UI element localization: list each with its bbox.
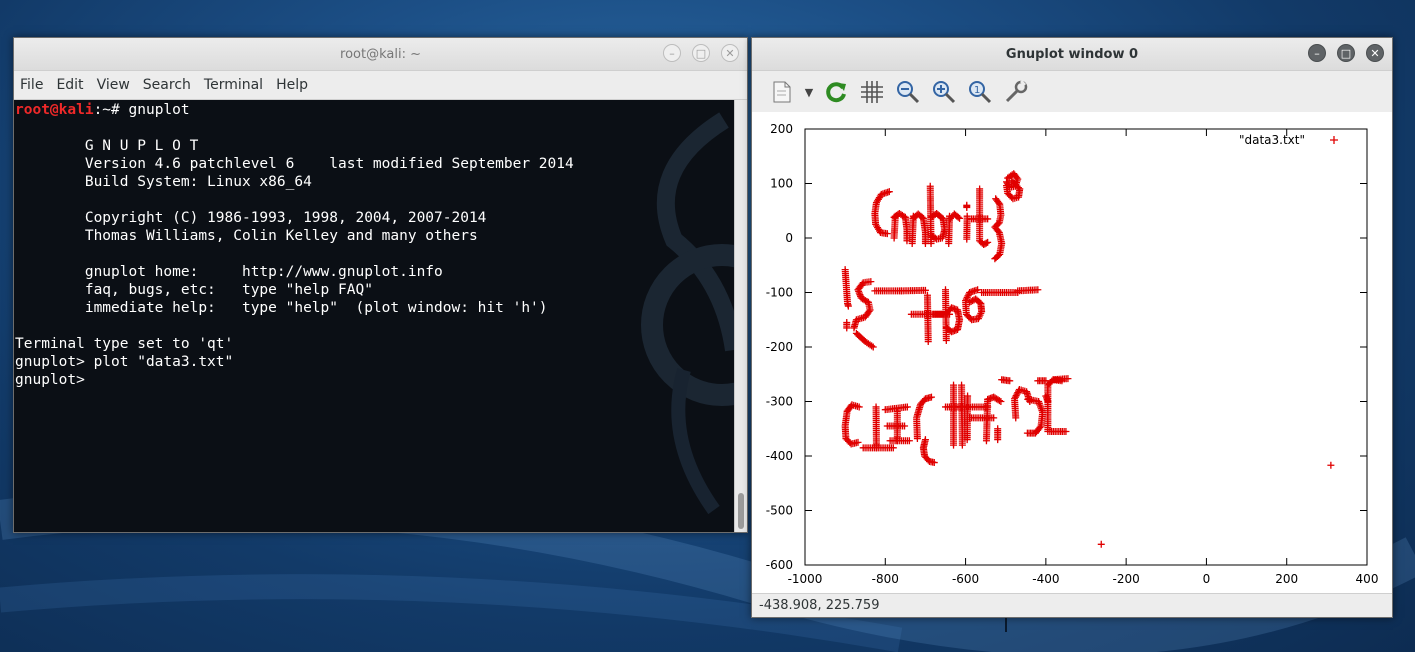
y-tick-label: 0 [785, 231, 793, 245]
y-tick-label: -200 [766, 340, 793, 354]
data-point [1062, 427, 1070, 435]
data-point [1097, 540, 1105, 548]
x-tick-label: 200 [1275, 572, 1298, 586]
replot-button[interactable] [818, 76, 854, 108]
scrollbar-thumb[interactable] [738, 493, 744, 529]
grid-icon [861, 81, 883, 103]
menu-view[interactable]: View [97, 77, 130, 93]
terminal-line: Copyright (C) 1986-1993, 1998, 2004, 200… [15, 210, 487, 226]
terminal-text: root@kali:~# gnuplot G N U P L O T Versi… [14, 100, 734, 389]
data-point [854, 438, 862, 446]
data-point [1327, 461, 1335, 469]
export-icon [773, 81, 791, 103]
terminal-output[interactable]: root@kali:~# gnuplot G N U P L O T Versi… [14, 100, 734, 532]
zoom-in-button[interactable] [926, 76, 962, 108]
typed-command: gnuplot [128, 102, 190, 118]
terminal-scrollbar[interactable] [734, 100, 747, 532]
gnuplot-toolbar: ▼ 1 [752, 71, 1392, 114]
prompt-user: root@kali [15, 102, 94, 118]
minimize-icon: – [669, 46, 675, 60]
zoom-in-icon [933, 81, 956, 104]
legend-marker [1330, 136, 1338, 144]
zoom-out-icon [897, 81, 920, 104]
scatter-plot[interactable]: -1000 -800 -600 -400 -200 0 200 400 200 100 0 -100 -… [752, 112, 1392, 593]
terminal-line: Thomas Williams, Colin Kelley and many o… [15, 228, 478, 244]
y-tick-label: -400 [766, 449, 793, 463]
close-icon: ✕ [725, 46, 735, 60]
close-icon: ✕ [1370, 46, 1380, 60]
x-tick-label: -200 [1113, 572, 1140, 586]
minimize-button[interactable]: – [1308, 44, 1326, 62]
gnuplot-window[interactable]: Gnuplot window 0 – □ ✕ ▼ 1 -1000 -800 -6… [751, 37, 1393, 618]
close-button[interactable]: ✕ [1366, 44, 1384, 62]
terminal-line: Build System: Linux x86_64 [15, 174, 312, 190]
y-tick-label: -300 [766, 395, 793, 409]
data-point [1023, 429, 1031, 437]
menu-file[interactable]: File [20, 77, 43, 93]
x-tick-label: 400 [1356, 572, 1379, 586]
data-point [984, 215, 992, 223]
terminal-window[interactable]: root@kali: ~ – □ ✕ File Edit View Search… [13, 37, 748, 533]
replot-icon [826, 82, 846, 103]
x-tick-label: -400 [1032, 572, 1059, 586]
terminal-line: gnuplot> plot "data3.txt" [15, 354, 234, 370]
maximize-button[interactable]: □ [1337, 44, 1355, 62]
plot-canvas[interactable]: -1000 -800 -600 -400 -200 0 200 400 200 100 0 -100 -… [752, 112, 1392, 593]
terminal-line: gnuplot home: http://www.gnuplot.info [15, 264, 443, 280]
terminal-line: immediate help: type "help" (plot window… [15, 300, 548, 316]
data-point [1064, 375, 1072, 383]
x-tick-label: 0 [1203, 572, 1211, 586]
terminal-line: Terminal type set to 'qt' [15, 336, 234, 352]
data-point [930, 459, 938, 467]
zoom-out-button[interactable] [890, 76, 926, 108]
terminal-line: gnuplot> [15, 372, 94, 388]
status-bar: -438.908, 225.759 [752, 593, 1392, 617]
gnuplot-titlebar[interactable]: Gnuplot window 0 – □ ✕ [752, 38, 1392, 71]
plot-axes: -1000 -800 -600 -400 -200 0 200 400 200 100 0 -100 -… [766, 122, 1379, 586]
y-tick-label: -600 [766, 558, 793, 572]
x-tick-label: -600 [952, 572, 979, 586]
menu-edit[interactable]: Edit [56, 77, 83, 93]
menu-help[interactable]: Help [276, 77, 308, 93]
y-tick-label: -500 [766, 504, 793, 518]
data-points [841, 170, 1335, 548]
x-tick-label: -800 [872, 572, 899, 586]
zoom-reset-button[interactable]: 1 [962, 76, 998, 108]
minimize-button[interactable]: – [663, 44, 681, 62]
legend: "data3.txt" [1239, 133, 1338, 147]
chevron-down-icon: ▼ [804, 85, 814, 99]
export-button[interactable] [764, 76, 800, 108]
terminal-line: Version 4.6 patchlevel 6 last modified S… [15, 156, 574, 172]
data-point [1006, 377, 1014, 385]
terminal-line: G N U P L O T [15, 138, 199, 154]
terminal-title: root@kali: ~ [340, 46, 421, 62]
svg-text:1: 1 [974, 85, 980, 96]
export-dropdown[interactable]: ▼ [800, 76, 818, 108]
maximize-button[interactable]: □ [692, 44, 710, 62]
y-tick-label: 200 [770, 122, 793, 136]
data-point [976, 311, 984, 319]
settings-button[interactable] [998, 76, 1034, 108]
zoom-reset-icon: 1 [969, 81, 992, 104]
legend-label: "data3.txt" [1239, 133, 1305, 147]
gnuplot-title: Gnuplot window 0 [1005, 46, 1139, 62]
maximize-icon: □ [695, 46, 707, 60]
y-tick-label: -100 [766, 286, 793, 300]
maximize-icon: □ [1340, 46, 1352, 60]
x-tick-label: -1000 [788, 572, 823, 586]
grid-button[interactable] [854, 76, 890, 108]
terminal-titlebar[interactable]: root@kali: ~ – □ ✕ [14, 38, 747, 71]
close-button[interactable]: ✕ [721, 44, 739, 62]
menu-search[interactable]: Search [143, 77, 191, 93]
prompt-path: :~# [93, 102, 129, 118]
y-tick-label: 100 [770, 177, 793, 191]
menu-terminal[interactable]: Terminal [204, 77, 263, 93]
settings-icon [1005, 79, 1028, 103]
terminal-menubar: File Edit View Search Terminal Help [14, 71, 747, 100]
terminal-line: faq, bugs, etc: type "help FAQ" [15, 282, 373, 298]
cursor-coordinates: -438.908, 225.759 [759, 598, 880, 613]
data-point [883, 230, 891, 238]
minimize-icon: – [1314, 46, 1320, 60]
